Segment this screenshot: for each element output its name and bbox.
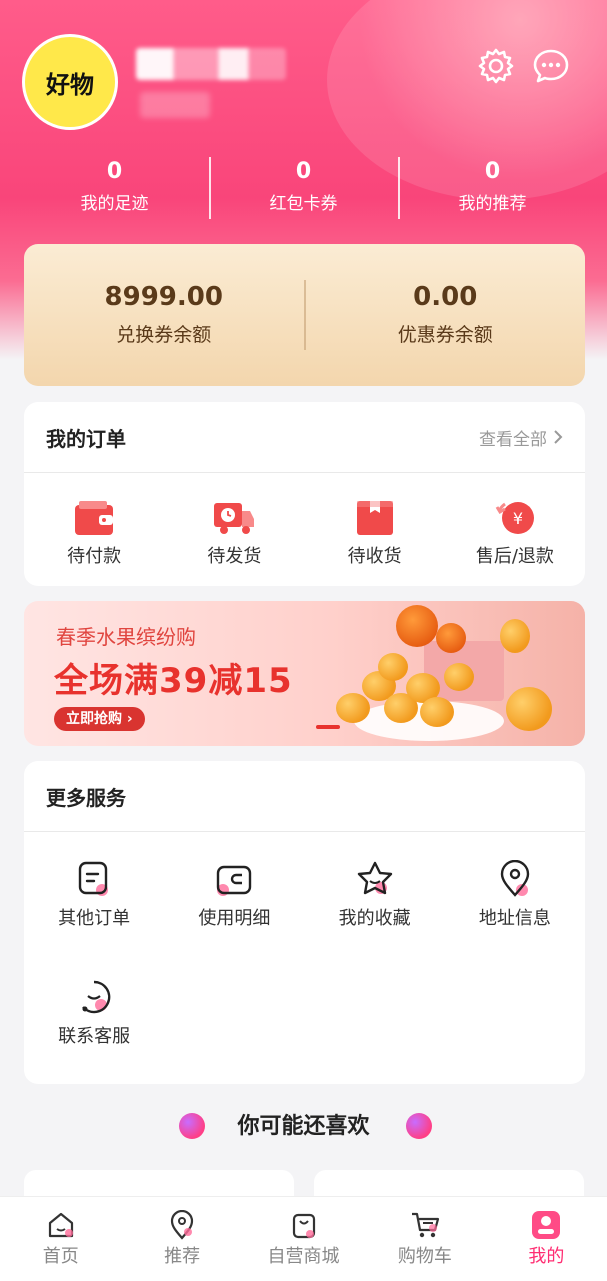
bottom-tab-bar: 首页 推荐 自营商城 购物车 我的 [0,1196,607,1281]
location-icon [500,860,530,897]
tab-mine[interactable]: 我的 [486,1197,607,1281]
svg-text:¥: ¥ [513,509,523,528]
discount-coupon-balance[interactable]: 0.00 优惠券余额 [306,277,586,353]
service-label: 我的收藏 [338,908,411,929]
orders-card: 我的订单 查看全部 待付款 待发货 待收货 ¥ 售后/退款 [24,402,585,586]
order-status-row: 待付款 待发货 待收货 ¥ 售后/退款 [24,473,585,577]
recommend-title: 你可能还喜欢 [237,1114,370,1139]
pendant-fruit [500,619,530,653]
order-label: 售后/退款 [475,546,554,567]
customer-service-icon [82,980,111,1014]
package-icon [356,501,393,535]
stats-row: 0 我的足迹 0 红包卡券 0 我的推荐 [20,155,587,225]
username-blurred [136,48,286,80]
shopping-bag-icon [292,1213,315,1239]
service-label: 联系客服 [58,1026,131,1047]
stat-value: 0 [295,159,312,184]
profile-icon [532,1211,561,1239]
stat-value: 0 [106,159,123,184]
service-other-orders[interactable]: 其他订单 [24,846,164,964]
loquat-fruit [420,697,454,727]
service-usage-details[interactable]: 使用明细 [164,846,304,964]
orders-title: 我的订单 [46,426,126,451]
order-pending-shipment[interactable]: 待发货 [164,487,304,577]
settings-button[interactable] [474,44,518,88]
order-after-sales-refund[interactable]: ¥ 售后/退款 [445,487,585,577]
service-favorites[interactable]: 我的收藏 [305,846,445,964]
chevron-right-icon [554,430,563,444]
loquat-fruit [378,653,408,681]
divider [303,280,306,350]
tab-recommend[interactable]: 推荐 [121,1197,242,1281]
order-label: 待发货 [207,546,262,567]
service-label: 使用明细 [198,908,271,929]
buy-now-label: 立即抢购 [66,711,122,727]
tab-label: 购物车 [397,1246,452,1267]
tab-cart[interactable]: 购物车 [364,1197,485,1281]
message-button[interactable] [529,44,573,88]
order-pending-receipt[interactable]: 待收货 [305,487,445,577]
carousel-indicator [316,725,340,729]
tab-self-mall[interactable]: 自营商城 [243,1197,364,1281]
order-pending-payment[interactable]: 待付款 [24,487,164,577]
balance-amount: 8999.00 [104,282,223,312]
stat-value: 0 [484,159,501,184]
location-pin-icon [171,1210,194,1240]
stat-label: 我的足迹 [80,194,149,214]
stat-coupons[interactable]: 0 红包卡券 [209,155,398,225]
tab-label: 我的 [528,1246,565,1267]
services-grid: 其他订单 使用明细 我的收藏 地址信息 联系客服 [24,832,585,1082]
avatar[interactable]: 好物 [22,34,118,130]
order-label: 待收货 [347,546,402,567]
view-all-label: 查看全部 [479,429,547,450]
loquat-fruit [336,693,370,723]
order-list-icon [78,861,109,896]
stat-label: 红包卡券 [269,194,338,214]
services-header: 更多服务 [24,761,585,832]
tab-label: 推荐 [164,1246,201,1267]
service-contact-support[interactable]: 联系客服 [24,964,164,1082]
service-address-info[interactable]: 地址信息 [445,846,585,964]
delivery-truck-icon [214,503,255,534]
tab-label: 首页 [42,1246,79,1267]
decorative-blob-right [406,1113,432,1139]
banner-headline: 全场满39减15 [54,661,293,701]
service-label: 地址信息 [478,908,551,929]
balance-card: 8999.00 兑换券余额 0.00 优惠券余额 [24,244,585,386]
loquat-fruit [506,687,552,731]
chevron-right-icon: › [126,711,133,727]
balance-label: 兑换券余额 [116,324,212,346]
tab-home[interactable]: 首页 [0,1197,121,1281]
stat-recommendations[interactable]: 0 我的推荐 [398,155,587,225]
refund-icon: ¥ [495,502,534,534]
balance-amount: 0.00 [413,282,478,312]
orange-fruit [436,623,466,653]
stat-label: 我的推荐 [458,194,527,214]
card-detail-icon [217,865,252,896]
exchange-voucher-balance[interactable]: 8999.00 兑换券余额 [24,277,304,353]
tab-label: 自营商城 [267,1246,340,1267]
orders-header: 我的订单 查看全部 [24,402,585,473]
buy-now-button[interactable]: 立即抢购 › [54,707,145,731]
promo-banner[interactable]: 春季水果缤纷购 全场满39减15 立即抢购 › [24,601,585,746]
balance-label: 优惠券余额 [397,324,493,346]
loquat-fruit [444,663,474,691]
service-label: 其他订单 [58,908,131,929]
star-icon [357,861,392,895]
view-all-orders-link[interactable]: 查看全部 [479,425,563,450]
services-card: 更多服务 其他订单 使用明细 我的收藏 地址信息 联系客服 [24,761,585,1084]
services-title: 更多服务 [46,785,126,810]
orange-fruit [396,605,438,647]
wallet-icon [75,501,114,535]
stat-footprints[interactable]: 0 我的足迹 [20,155,209,225]
home-icon [48,1212,73,1238]
gear-icon [478,48,514,84]
chat-bubble-icon [533,49,569,83]
order-label: 待付款 [67,546,122,567]
banner-subtitle: 春季水果缤纷购 [56,625,196,649]
user-id-blurred [140,92,210,118]
cart-icon [411,1212,440,1238]
